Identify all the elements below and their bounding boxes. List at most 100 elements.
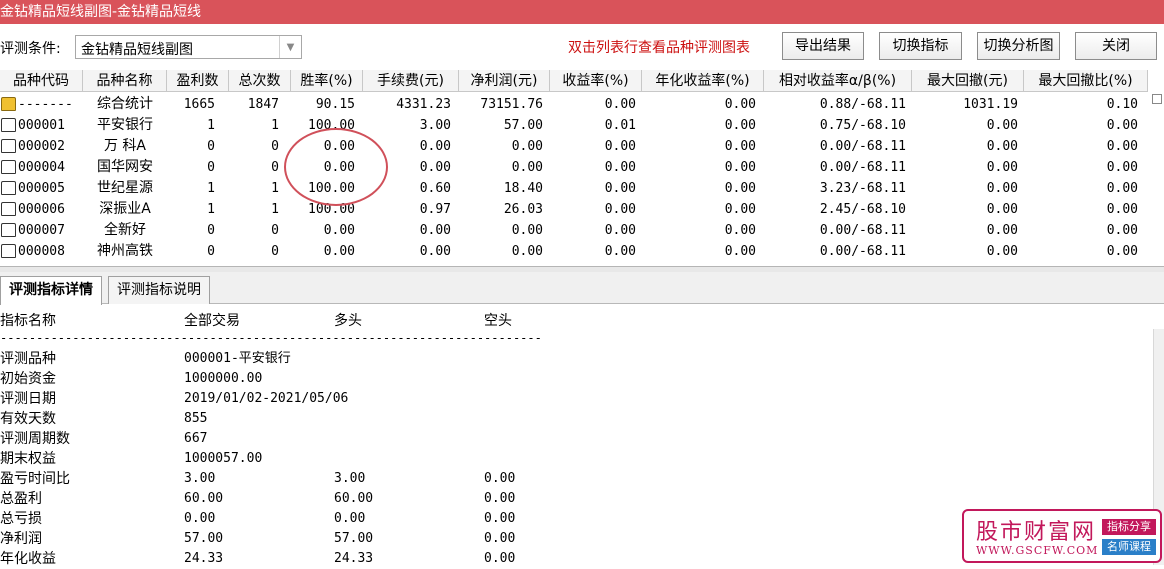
cell-net-profit: 0.00: [511, 139, 543, 154]
cell-net-profit: 18.40: [503, 181, 543, 196]
detail-value-short: 0.00: [484, 491, 516, 506]
cell-alpha-beta: 0.00/-68.11: [819, 139, 906, 154]
table-row[interactable]: 000008 神州高铁 0 0 0.00 0.00 0.00 0.00 0.00 0.00/-68…: [0, 241, 1148, 262]
cell-max-drawdown: 0.00: [986, 181, 1018, 196]
detail-label: 评测日期: [0, 391, 56, 407]
stock-doc-icon: [1, 160, 16, 174]
cell-name: 国华网安: [97, 159, 153, 175]
col-header-max-drawdown[interactable]: 最大回撤(元): [912, 70, 1024, 92]
col-header-name[interactable]: 品种名称: [83, 70, 167, 92]
detail-value-long: 60.00: [334, 491, 374, 506]
cell-name: 神州高铁: [97, 243, 153, 259]
cell-win-rate: 0.00: [323, 223, 355, 238]
detail-value-all: 60.00: [184, 491, 224, 506]
cell-net-profit: 57.00: [503, 118, 543, 133]
cell-return: 0.00: [604, 160, 636, 175]
col-header-net-profit[interactable]: 净利润(元): [459, 70, 550, 92]
cell-name: 深振业A: [99, 201, 151, 217]
col-header-fee[interactable]: 手续费(元): [363, 70, 459, 92]
toolbar: 评测条件: 金钻精品短线副图 ▼ 双击列表行查看品种评测图表 导出结果 切换指标…: [0, 24, 1164, 68]
col-header-max-drawdown-ratio[interactable]: 最大回撤比(%): [1024, 70, 1148, 92]
switch-chart-button[interactable]: 切换分析图: [977, 32, 1060, 60]
detail-value-short: 0.00: [484, 471, 516, 486]
detail-label: 评测周期数: [0, 431, 70, 447]
export-button[interactable]: 导出结果: [782, 32, 864, 60]
condition-select[interactable]: 金钻精品短线副图 ▼: [75, 35, 302, 59]
cell-profit-count: 1: [207, 202, 215, 217]
detail-value-all: 000001-平安银行: [184, 351, 291, 366]
switch-indicator-button[interactable]: 切换指标: [879, 32, 962, 60]
table-row[interactable]: 000004 国华网安 0 0 0.00 0.00 0.00 0.00 0.00 0.00/-68…: [0, 157, 1148, 178]
detail-value-all: 24.33: [184, 551, 224, 566]
table-row[interactable]: 000005 世纪星源 1 1 100.00 0.60 18.40 0.00 0.00 3.23/…: [0, 178, 1148, 199]
detail-label: 有效天数: [0, 411, 56, 427]
tab-bar: 评测指标详情 评测指标说明: [0, 272, 1164, 305]
stock-doc-icon: [1, 118, 16, 132]
cell-annual-return: 0.00: [724, 244, 756, 259]
cell-win-rate: 90.15: [315, 97, 355, 112]
cell-win-rate: 0.00: [323, 244, 355, 259]
detail-value-all: 667: [184, 431, 208, 446]
cell-total-count: 0: [271, 160, 279, 175]
cell-alpha-beta: 0.00/-68.11: [819, 244, 906, 259]
chevron-down-icon[interactable]: ▼: [279, 36, 301, 58]
detail-header-name: 指标名称: [0, 313, 56, 329]
stock-doc-icon: [1, 244, 16, 258]
stock-doc-icon: [1, 181, 16, 195]
table-header: 品种代码 品种名称 盈利数 总次数 胜率(%) 手续费(元) 净利润(元) 收益…: [0, 70, 1148, 92]
col-header-profit-count[interactable]: 盈利数: [167, 70, 229, 92]
tab-indicator-explanation[interactable]: 评测指标说明: [108, 276, 210, 304]
cell-total-count: 1: [271, 202, 279, 217]
cell-annual-return: 0.00: [724, 181, 756, 196]
condition-select-value: 金钻精品短线副图: [81, 42, 193, 58]
col-header-win-rate[interactable]: 胜率(%): [291, 70, 363, 92]
scrollbar-button[interactable]: [1152, 94, 1162, 104]
cell-name: 全新好: [104, 222, 146, 238]
watermark-logo: 股市财富网 WWW.GSCFW.COM 指标分享 名师课程: [962, 509, 1162, 563]
detail-label: 评测品种: [0, 351, 56, 367]
table-row[interactable]: ------- 综合统计 1665 1847 90.15 4331.23 73151.76 0…: [0, 94, 1148, 115]
cell-annual-return: 0.00: [724, 160, 756, 175]
tab-indicator-details[interactable]: 评测指标详情: [0, 276, 102, 305]
detail-label: 期末权益: [0, 451, 56, 467]
table-row[interactable]: 000007 全新好 0 0 0.00 0.00 0.00 0.00 0.00 0.00/-68.…: [0, 220, 1148, 241]
cell-alpha-beta: 0.00/-68.11: [819, 223, 906, 238]
col-header-annual-return[interactable]: 年化收益率(%): [642, 70, 764, 92]
cell-annual-return: 0.00: [724, 139, 756, 154]
cell-fee: 4331.23: [396, 97, 451, 112]
col-header-return[interactable]: 收益率(%): [550, 70, 642, 92]
summary-folder-icon: [1, 97, 16, 111]
cell-max-drawdown-ratio: 0.00: [1106, 160, 1138, 175]
cell-net-profit: 0.00: [511, 160, 543, 175]
table-row[interactable]: 000002 万 科A 0 0 0.00 0.00 0.00 0.00 0.00 0.00/-68…: [0, 136, 1148, 157]
close-button[interactable]: 关闭: [1075, 32, 1157, 60]
detail-label: 初始资金: [0, 371, 56, 387]
detail-value-short: 0.00: [484, 531, 516, 546]
stock-doc-icon: [1, 202, 16, 216]
table-row[interactable]: 000001 平安银行 1 1 100.00 3.00 57.00 0.01 0.00 0.75/…: [0, 115, 1148, 136]
detail-value-all: 57.00: [184, 531, 224, 546]
cell-code: 000008: [18, 244, 65, 259]
cell-annual-return: 0.00: [724, 223, 756, 238]
cell-name: 万 科A: [103, 138, 147, 154]
cell-net-profit: 26.03: [503, 202, 543, 217]
cell-alpha-beta: 0.88/-68.11: [819, 97, 906, 112]
col-header-total-count[interactable]: 总次数: [229, 70, 291, 92]
col-header-alpha-beta[interactable]: 相对收益率α/β(%): [764, 70, 912, 92]
cell-total-count: 0: [271, 244, 279, 259]
cell-alpha-beta: 0.75/-68.10: [819, 118, 906, 133]
cell-max-drawdown: 0.00: [986, 202, 1018, 217]
cell-return: 0.00: [604, 244, 636, 259]
cell-fee: 0.00: [419, 244, 451, 259]
cell-max-drawdown-ratio: 0.00: [1106, 118, 1138, 133]
divider-line: ----------------------------------------…: [0, 333, 542, 343]
cell-annual-return: 0.00: [724, 97, 756, 112]
cell-total-count: 0: [271, 139, 279, 154]
detail-label: 年化收益: [0, 551, 56, 567]
cell-max-drawdown: 0.00: [986, 139, 1018, 154]
cell-return: 0.00: [604, 202, 636, 217]
cell-annual-return: 0.00: [724, 118, 756, 133]
col-header-code[interactable]: 品种代码: [0, 70, 83, 92]
detail-label: 总亏损: [0, 511, 42, 527]
table-row[interactable]: 000006 深振业A 1 1 100.00 0.97 26.03 0.00 0.00 2.45/…: [0, 199, 1148, 220]
